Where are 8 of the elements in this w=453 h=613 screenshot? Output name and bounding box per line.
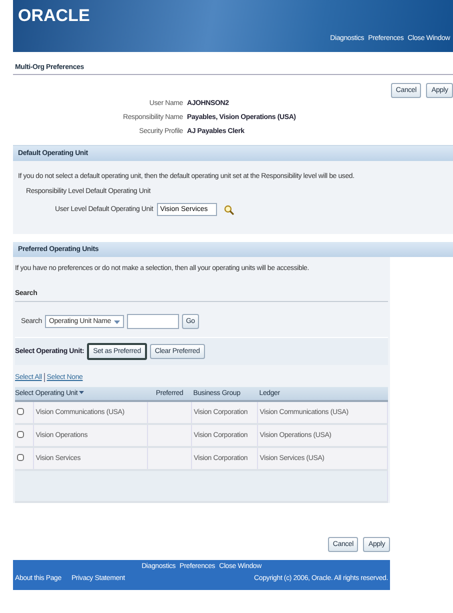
row-checkbox[interactable] — [17, 453, 24, 462]
dropdown-arrow-icon[interactable] — [114, 318, 120, 324]
row-checkbox[interactable] — [17, 430, 24, 439]
row-checkbox[interactable] — [17, 407, 24, 416]
search-field[interactable] — [126, 314, 179, 329]
sort-icon[interactable] — [79, 390, 84, 395]
search-icon[interactable] — [224, 204, 234, 214]
oracle-logo: ORACLE — [18, 6, 90, 26]
